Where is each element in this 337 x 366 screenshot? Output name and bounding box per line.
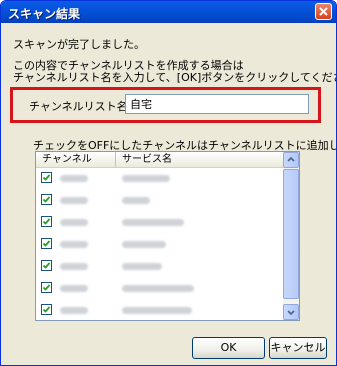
list-item[interactable] — [36, 234, 284, 256]
list-item[interactable] — [36, 190, 284, 212]
instruction-line-2: チャンネルリスト名を入力して、[OK]ボタンをクリックしてください。 — [13, 71, 337, 84]
list-item[interactable] — [36, 300, 284, 320]
column-header-channel[interactable]: チャンネル — [36, 152, 116, 167]
channel-number-redacted — [60, 307, 88, 314]
channel-checkbox[interactable] — [41, 172, 52, 183]
scroll-thumb[interactable] — [283, 169, 299, 299]
checkmark-icon — [42, 306, 51, 313]
scan-result-dialog: スキャン結果 スキャンが完了しました。 この内容でチャンネルリストを作成する場合… — [0, 0, 337, 366]
service-name-redacted — [122, 285, 194, 292]
close-icon — [319, 7, 328, 16]
list-item[interactable] — [36, 212, 284, 234]
list-item[interactable] — [36, 168, 284, 190]
vertical-scrollbar[interactable] — [283, 152, 299, 320]
channel-checkbox[interactable] — [41, 238, 52, 249]
checkmark-icon — [42, 262, 51, 269]
chevron-down-icon — [287, 310, 295, 316]
service-name-redacted — [122, 197, 150, 204]
window-title: スキャン結果 — [8, 7, 81, 21]
channel-number-redacted — [60, 175, 88, 182]
ok-button[interactable]: OK — [192, 337, 265, 359]
checkmark-icon — [42, 174, 51, 181]
list-header: チャンネル サービス名 — [36, 152, 284, 168]
close-button[interactable] — [315, 3, 332, 20]
channel-number-redacted — [60, 197, 88, 204]
channel-checkbox[interactable] — [41, 216, 52, 227]
completion-message: スキャンが完了しました。 — [13, 38, 145, 51]
service-name-redacted — [122, 219, 184, 226]
chevron-up-icon — [287, 156, 295, 162]
service-name-redacted — [122, 263, 162, 270]
checkmark-icon — [42, 196, 51, 203]
column-header-service[interactable]: サービス名 — [116, 152, 284, 167]
channel-checkbox[interactable] — [41, 304, 52, 315]
cancel-button[interactable]: キャンセル — [269, 337, 327, 359]
channel-list-name-input[interactable] — [125, 94, 309, 114]
channel-checkbox[interactable] — [41, 260, 52, 271]
service-name-redacted — [122, 175, 170, 182]
channel-number-redacted — [60, 241, 88, 248]
checkmark-icon — [42, 284, 51, 291]
service-name-redacted — [122, 241, 166, 248]
service-name-redacted — [122, 307, 192, 314]
channel-checkbox[interactable] — [41, 194, 52, 205]
list-item[interactable] — [36, 256, 284, 278]
channel-number-redacted — [60, 285, 88, 292]
list-item[interactable] — [36, 278, 284, 300]
channel-checkbox[interactable] — [41, 282, 52, 293]
title-bar[interactable]: スキャン結果 — [1, 1, 336, 23]
scroll-down-button[interactable] — [283, 304, 299, 320]
channel-number-redacted — [60, 263, 88, 270]
checkmark-icon — [42, 218, 51, 225]
channel-number-redacted — [60, 219, 88, 226]
checkmark-icon — [42, 240, 51, 247]
scroll-up-button[interactable] — [283, 152, 299, 168]
channel-listview[interactable]: チャンネル サービス名 — [35, 151, 300, 321]
